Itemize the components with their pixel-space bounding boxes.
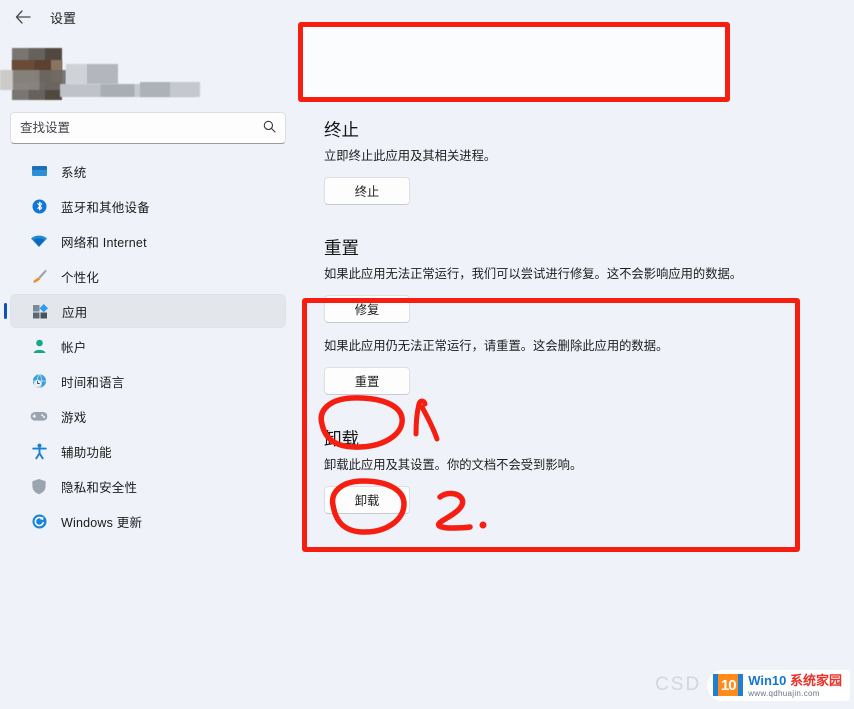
sidebar-item-label: 系统 [61, 165, 87, 180]
sidebar-item-label: 辅助功能 [61, 445, 112, 460]
accessibility-icon [30, 442, 48, 460]
watermark: CSD 10 Win10 系统家园 www.qdhuajin.com [655, 669, 850, 701]
sidebar-item-label: 蓝牙和其他设备 [61, 200, 150, 215]
watermark-brand: Win10 系统家园 www.qdhuajin.com [748, 673, 842, 698]
breadcrumb: 应用 › 安装的应用 › 截图工具 [314, 26, 854, 70]
watermark-badge: 10 Win10 系统家园 www.qdhuajin.com [707, 669, 850, 701]
sidebar-item-windows-update[interactable]: Windows 更新 [10, 504, 286, 538]
sidebar-item-bluetooth[interactable]: 蓝牙和其他设备 [10, 189, 286, 223]
apps-icon [31, 302, 49, 320]
section-title-uninstall: 卸载 [324, 429, 359, 449]
sidebar-item-accounts[interactable]: 帐户 [10, 329, 286, 363]
sidebar-item-label: 时间和语言 [61, 375, 125, 390]
back-arrow-icon[interactable] [10, 4, 36, 30]
breadcrumb-item-installed-apps[interactable]: 安装的应用 [389, 33, 494, 63]
gamepad-icon [30, 407, 48, 425]
clock-globe-icon [30, 372, 48, 390]
sidebar-item-network[interactable]: 网络和 Internet [10, 224, 286, 258]
section-title-terminate: 终止 [324, 120, 359, 140]
sidebar-item-label: 游戏 [61, 410, 87, 425]
wifi-icon [30, 232, 48, 250]
account-name-blurred [66, 64, 118, 84]
search-input[interactable] [20, 121, 263, 135]
breadcrumb-item-apps[interactable]: 应用 [324, 33, 366, 63]
watermark-brand-line: Win10 系统家园 [748, 673, 842, 688]
account-email-blurred-2 [140, 82, 200, 97]
repair-button[interactable]: 修复 [324, 295, 410, 323]
watermark-brand-en: Win10 [748, 672, 790, 688]
shield-icon [30, 477, 48, 495]
sidebar-item-accessibility[interactable]: 辅助功能 [10, 434, 286, 468]
sidebar-item-label: 帐户 [61, 340, 87, 355]
search-icon [263, 120, 276, 136]
win10-logo-icon: 10 [713, 674, 744, 697]
sidebar-item-gaming[interactable]: 游戏 [10, 399, 286, 433]
watermark-url: www.qdhuajin.com [748, 688, 820, 698]
search-box[interactable] [10, 112, 286, 144]
reset-button[interactable]: 重置 [324, 367, 410, 395]
section-title-reset: 重置 [324, 238, 359, 258]
section-desc-reset: 如果此应用仍无法正常运行，请重置。这会删除此应用的数据。 [324, 339, 669, 353]
sidebar-item-apps[interactable]: 应用 [4, 294, 286, 328]
sidebar-item-label: 隐私和安全性 [61, 480, 138, 495]
app-title: 设置 [50, 10, 77, 26]
window-titlebar: 设置 [0, 0, 296, 34]
section-uninstall: 卸载 卸载此应用及其设置。你的文档不会受到影响。 卸载 [314, 426, 854, 514]
sidebar-item-label: 应用 [62, 305, 88, 320]
sidebar-item-label: 网络和 Internet [61, 235, 147, 250]
section-desc-uninstall: 卸载此应用及其设置。你的文档不会受到影响。 [324, 458, 583, 472]
sidebar-item-label: Windows 更新 [61, 515, 143, 530]
update-refresh-icon [30, 512, 48, 530]
sidebar-item-time-language[interactable]: 时间和语言 [10, 364, 286, 398]
monitor-icon [30, 162, 48, 180]
section-reset: 重置 如果此应用无法正常运行，我们可以尝试进行修复。这不会影响应用的数据。 修复… [314, 235, 854, 395]
watermark-brand-cn: 系统家园 [789, 672, 842, 688]
paintbrush-icon [30, 267, 48, 285]
chevron-right-icon-2: › [503, 39, 508, 57]
set-default-apps-link[interactable]: 设置默认应用 [324, 76, 393, 92]
avatar-mosaic-band-2 [0, 70, 66, 90]
terminate-button[interactable]: 终止 [324, 177, 410, 205]
section-terminate: 终止 立即终止此应用及其相关进程。 终止 [314, 117, 854, 205]
watermark-csd-text: CSD [655, 674, 702, 696]
content-pane: 应用 › 安装的应用 › 截图工具 设置默认应用 终止 立即终止此应用及其相关进… [296, 0, 854, 709]
sidebar-item-personalization[interactable]: 个性化 [10, 259, 286, 293]
person-icon [30, 337, 48, 355]
breadcrumb-current-app: 截图工具 [517, 38, 601, 61]
sidebar-item-system[interactable]: 系统 [10, 154, 286, 188]
bluetooth-icon [30, 197, 48, 215]
sidebar-nav: 系统 蓝牙和其他设备 网络和 Internet 个性化 应用 帐户 时间和语言 … [0, 154, 296, 538]
settings-window: 设置 系统 [0, 0, 854, 709]
uninstall-button[interactable]: 卸载 [324, 486, 410, 514]
chevron-right-icon: › [375, 39, 380, 57]
sidebar: 设置 系统 [0, 0, 296, 709]
section-desc-terminate: 立即终止此应用及其相关进程。 [324, 149, 497, 163]
sidebar-item-label: 个性化 [61, 270, 100, 285]
section-desc-repair: 如果此应用无法正常运行，我们可以尝试进行修复。这不会影响应用的数据。 [324, 267, 743, 281]
sidebar-item-privacy[interactable]: 隐私和安全性 [10, 469, 286, 503]
account-card[interactable] [0, 38, 296, 106]
